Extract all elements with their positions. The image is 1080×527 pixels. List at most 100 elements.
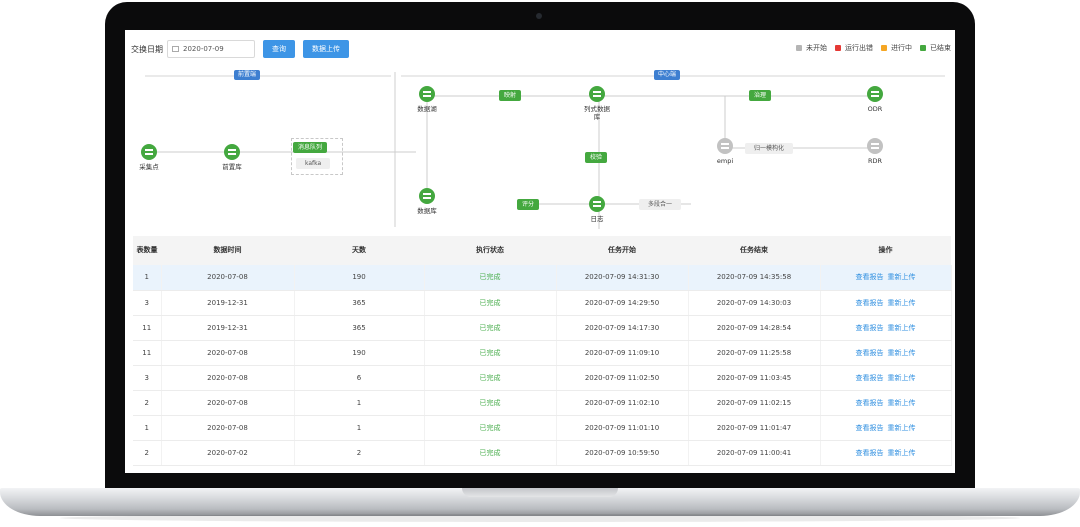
odr-label: ODR [867,105,883,113]
view-report-link[interactable]: 查看报告 [856,299,884,307]
reupload-link[interactable]: 重新上传 [888,424,916,432]
reupload-link[interactable]: 重新上传 [888,349,916,357]
cell-end: 2020-07-09 11:01:47 [688,415,821,441]
legend-item: 已结束 [920,43,951,53]
cell-status: 已完成 [424,440,557,466]
table-row[interactable]: 1 2020-07-08 190 已完成 2020-07-09 14:31:30 2020… [133,265,952,291]
header-end: 任务结束 [688,236,820,265]
cell-start: 2020-07-09 11:09:10 [556,340,689,366]
cell-status: 已完成 [424,390,557,416]
rdr-node[interactable] [867,138,883,154]
log-label: 日志 [590,215,604,223]
reupload-link[interactable]: 重新上传 [888,324,916,332]
cell-days: 190 [294,265,425,291]
table-row[interactable]: 1 2020-07-08 1 已完成 2020-07-09 11:01:10 2020-0… [133,415,952,441]
cell-status: 已完成 [424,315,557,341]
reupload-link[interactable]: 重新上传 [888,449,916,457]
reupload-link[interactable]: 重新上传 [888,374,916,382]
cell-actions: 查看报告 重新上传 [820,265,952,291]
laptop-shadow [60,514,1020,522]
table-row[interactable]: 3 2020-07-08 6 已完成 2020-07-09 11:02:50 2020-0… [133,365,952,391]
cell-count: 3 [133,290,162,316]
cell-days: 190 [294,340,425,366]
data-lake-icon [423,91,431,97]
mapping-button[interactable]: 映射 [499,90,522,101]
header-start: 任务开始 [556,236,688,265]
reupload-link[interactable]: 重新上传 [888,399,916,407]
upload-button[interactable]: 数据上传 [303,40,349,58]
cell-actions: 查看报告 重新上传 [820,440,952,466]
pipeline-diagram: 前置端 中心端 采集点 前置库 消息队列 kafka 数据湖 数据库 映射 列式… [131,70,947,229]
view-report-link[interactable]: 查看报告 [856,424,884,432]
table-row[interactable]: 2 2020-07-02 2 已完成 2020-07-09 10:59:50 2020-0… [133,440,952,466]
odr-node[interactable] [867,86,883,102]
view-report-link[interactable]: 查看报告 [856,449,884,457]
table-row[interactable]: 11 2019-12-31 365 已完成 2020-07-09 14:17:30 202… [133,315,952,341]
column-db-node[interactable] [589,86,605,102]
front-region-tag: 前置端 [234,70,261,80]
empi-label: empi [716,157,734,165]
legend-label: 已结束 [930,44,951,52]
date-input[interactable]: 2020-07-09 [167,40,255,58]
database-label: 数据库 [417,207,437,215]
cell-start: 2020-07-09 11:02:50 [556,365,689,391]
cell-actions: 查看报告 重新上传 [820,290,952,316]
column-db-icon [593,91,601,97]
cell-status: 已完成 [424,340,557,366]
cell-start: 2020-07-09 10:59:50 [556,440,689,466]
center-region-tag: 中心端 [654,70,681,80]
view-report-link[interactable]: 查看报告 [856,273,884,281]
cell-date: 2020-07-08 [161,365,295,391]
cell-count: 1 [133,265,162,291]
legend-swatch [796,45,802,51]
front-db-node[interactable] [224,144,240,160]
cell-date: 2019-12-31 [161,290,295,316]
view-report-link[interactable]: 查看报告 [856,349,884,357]
view-report-link[interactable]: 查看报告 [856,399,884,407]
cell-start: 2020-07-09 11:02:10 [556,390,689,416]
cell-start: 2020-07-09 14:17:30 [556,315,689,341]
cell-count: 11 [133,340,162,366]
date-value: 2020-07-09 [183,45,224,53]
table-row[interactable]: 11 2020-07-08 190 已完成 2020-07-09 11:09:10 202… [133,340,952,366]
rdr-label: RDR [867,157,883,165]
cell-status: 已完成 [424,365,557,391]
database-node[interactable] [419,188,435,204]
toolbar: 交换日期 2020-07-09 查询 数据上传 [131,39,349,59]
empi-icon [721,143,729,149]
cell-actions: 查看报告 重新上传 [820,415,952,441]
validate-button[interactable]: 校验 [585,152,608,163]
date-label: 交换日期 [131,44,163,54]
governance-button[interactable]: 治理 [749,90,772,101]
cell-end: 2020-07-09 14:28:54 [688,315,821,341]
table-row[interactable]: 3 2019-12-31 365 已完成 2020-07-09 14:29:50 2020… [133,290,952,316]
legend-label: 未开始 [806,44,827,52]
cell-count: 2 [133,440,162,466]
cell-end: 2020-07-09 14:35:58 [688,265,821,291]
table-row[interactable]: 2 2020-07-08 1 已完成 2020-07-09 11:02:10 2020-0… [133,390,952,416]
log-node[interactable] [589,196,605,212]
header-date: 数据时间 [161,236,294,265]
legend-item: 未开始 [796,43,827,53]
cell-actions: 查看报告 重新上传 [820,340,952,366]
reupload-link[interactable]: 重新上传 [888,299,916,307]
status-legend: 未开始 运行出错 进行中 已结束 [788,43,951,53]
odr-icon [871,91,879,97]
cell-count: 1 [133,415,162,441]
collect-node[interactable] [141,144,157,160]
view-report-link[interactable]: 查看报告 [856,374,884,382]
empi-node[interactable] [717,138,733,154]
legend-label: 运行出错 [845,44,873,52]
data-lake-node[interactable] [419,86,435,102]
cell-end: 2020-07-09 11:02:15 [688,390,821,416]
message-queue-button[interactable]: 消息队列 [293,142,328,153]
query-button[interactable]: 查询 [263,40,295,58]
header-actions: 操作 [820,236,951,265]
view-report-link[interactable]: 查看报告 [856,324,884,332]
score-button[interactable]: 评分 [517,199,540,210]
cell-count: 2 [133,390,162,416]
cell-count: 3 [133,365,162,391]
reupload-link[interactable]: 重新上传 [888,273,916,281]
camera-icon [536,13,542,19]
legend-swatch [835,45,841,51]
